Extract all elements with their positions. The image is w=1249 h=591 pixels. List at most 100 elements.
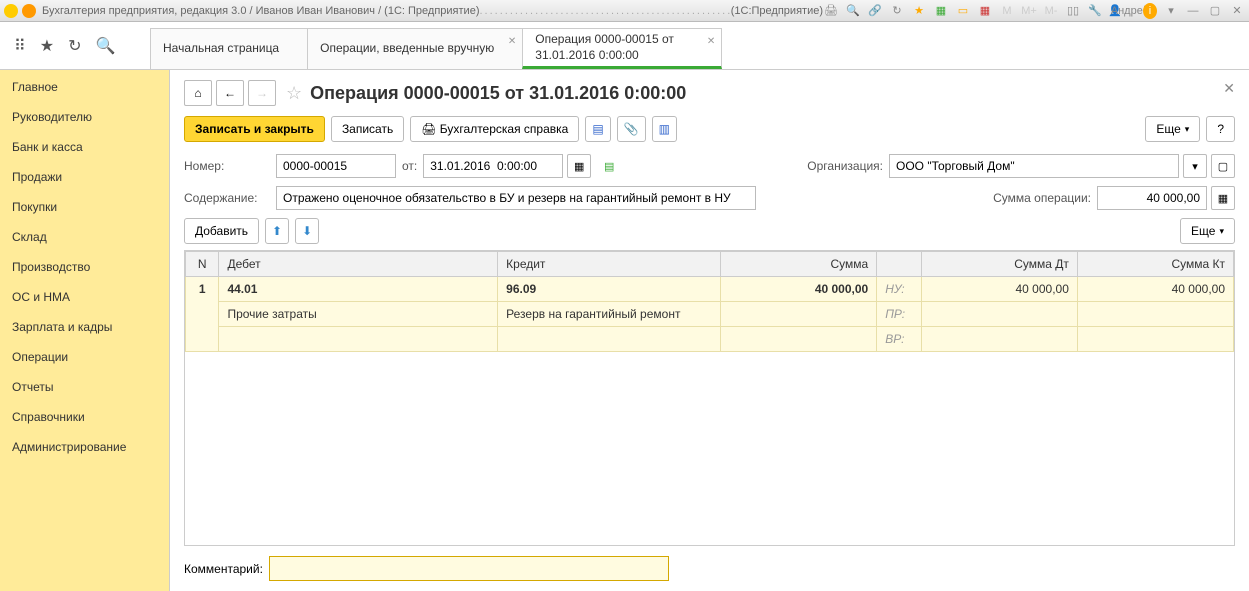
- move-down-button[interactable]: ⬇: [295, 218, 319, 244]
- cell-sum-kt[interactable]: 40 000,00: [1077, 277, 1233, 302]
- save-button[interactable]: Записать: [331, 116, 404, 142]
- sidebar-item-manager[interactable]: Руководителю: [0, 102, 169, 132]
- tab-label: Операции, введенные вручную: [320, 41, 494, 57]
- nav-icon[interactable]: ↻: [889, 3, 905, 19]
- star-icon[interactable]: ★: [911, 3, 927, 19]
- cell-debit-acc[interactable]: 44.01: [219, 277, 498, 302]
- document-title: Операция 0000-00015 от 31.01.2016 0:00:0…: [310, 83, 686, 104]
- table-row[interactable]: 1 44.01 96.09 40 000,00 НУ: 40 000,00 40…: [186, 277, 1234, 302]
- sidebar-item-reports[interactable]: Отчеты: [0, 372, 169, 402]
- apps-icon[interactable]: ⠿: [14, 36, 26, 56]
- close-button[interactable]: ✕: [1229, 3, 1245, 19]
- save-close-button[interactable]: Записать и закрыть: [184, 116, 325, 142]
- org-field[interactable]: [889, 154, 1179, 178]
- sidebar-item-admin[interactable]: Администрирование: [0, 432, 169, 462]
- maximize-button[interactable]: ▢: [1207, 3, 1223, 19]
- info-icon[interactable]: i: [1143, 3, 1157, 19]
- cell-credit-acc[interactable]: 96.09: [498, 277, 721, 302]
- cell-sum-dt[interactable]: 40 000,00: [921, 277, 1077, 302]
- dropdown-icon[interactable]: [22, 4, 36, 18]
- table-row[interactable]: Прочие затраты Резерв на гарантийный рем…: [186, 302, 1234, 327]
- org-open-button[interactable]: ▢: [1211, 154, 1235, 178]
- sum-op-field[interactable]: [1097, 186, 1207, 210]
- history-icon[interactable]: ↻: [68, 36, 81, 56]
- sum-op-label: Сумма операции:: [993, 191, 1091, 205]
- tab-operations-list[interactable]: Операции, введенные вручную ✕: [307, 28, 523, 69]
- forward-button[interactable]: →: [248, 80, 276, 106]
- more-button[interactable]: Еще: [1145, 116, 1200, 142]
- help-button[interactable]: ?: [1206, 116, 1235, 142]
- table-more-button[interactable]: Еще: [1180, 218, 1235, 244]
- number-field[interactable]: [276, 154, 396, 178]
- main-area: Главное Руководителю Банк и касса Продаж…: [0, 70, 1249, 591]
- sidebar-item-operations[interactable]: Операции: [0, 342, 169, 372]
- col-credit[interactable]: Кредит: [498, 252, 721, 277]
- attach-button[interactable]: 📎: [617, 116, 646, 142]
- cell-sum[interactable]: 40 000,00: [721, 277, 877, 302]
- print-icon[interactable]: 🖨: [823, 3, 839, 19]
- info-dropdown-icon[interactable]: ▾: [1163, 3, 1179, 19]
- print-ref-button[interactable]: 🖨 Бухгалтерская справка: [410, 116, 579, 142]
- search-toolbar-icon[interactable]: 🔍: [95, 36, 115, 56]
- back-button[interactable]: ←: [216, 80, 244, 106]
- col-n[interactable]: N: [186, 252, 219, 277]
- user-label[interactable]: 👤 Андрей: [1115, 3, 1131, 19]
- cell-debit-sub[interactable]: Прочие затраты: [219, 302, 498, 327]
- list-button[interactable]: ▥: [652, 116, 677, 142]
- tab-close-icon[interactable]: ✕: [508, 35, 516, 48]
- sidebar-item-production[interactable]: Производство: [0, 252, 169, 282]
- col-debit[interactable]: Дебет: [219, 252, 498, 277]
- grid-icon[interactable]: ▦: [933, 3, 949, 19]
- content-label: Содержание:: [184, 191, 270, 205]
- sidebar-item-catalogs[interactable]: Справочники: [0, 402, 169, 432]
- sidebar-item-assets[interactable]: ОС и НМА: [0, 282, 169, 312]
- sidebar-item-bank[interactable]: Банк и касса: [0, 132, 169, 162]
- tools-icon[interactable]: 🔧: [1087, 3, 1103, 19]
- cell-empty: [498, 327, 721, 352]
- calendar-button[interactable]: ▦: [567, 154, 591, 178]
- comment-label: Комментарий:: [184, 562, 263, 576]
- calc-button[interactable]: ▦: [1211, 186, 1235, 210]
- org-dropdown-button[interactable]: ▾: [1183, 154, 1207, 178]
- close-document-icon[interactable]: ✕: [1223, 80, 1235, 97]
- m-icon[interactable]: M: [999, 3, 1015, 19]
- calendar-icon[interactable]: ▦: [977, 3, 993, 19]
- col-sum-dt[interactable]: Сумма Дт: [921, 252, 1077, 277]
- link-icon[interactable]: 🔗: [867, 3, 883, 19]
- comment-field[interactable]: [269, 556, 669, 581]
- cell-credit-sub[interactable]: Резерв на гарантийный ремонт: [498, 302, 721, 327]
- content-field[interactable]: [276, 186, 756, 210]
- date-extra-button[interactable]: ▤: [597, 154, 621, 178]
- cell-vr-label: ВР:: [877, 327, 922, 352]
- calc-icon[interactable]: ▭: [955, 3, 971, 19]
- table-row[interactable]: ВР:: [186, 327, 1234, 352]
- cell-empty: [721, 327, 877, 352]
- tab-operation-current[interactable]: Операция 0000-00015 от 31.01.2016 0:00:0…: [522, 28, 722, 69]
- cell-n: 1: [186, 277, 219, 352]
- sidebar-item-salary[interactable]: Зарплата и кадры: [0, 312, 169, 342]
- report-button[interactable]: ▤: [585, 116, 610, 142]
- home-button[interactable]: ⌂: [184, 80, 212, 106]
- panels-icon[interactable]: ▯▯: [1065, 3, 1081, 19]
- window-title: Бухгалтерия предприятия, редакция 3.0 / …: [42, 5, 479, 17]
- search-icon[interactable]: 🔍: [845, 3, 861, 19]
- date-field[interactable]: [423, 154, 563, 178]
- add-row-button[interactable]: Добавить: [184, 218, 259, 244]
- sidebar-item-warehouse[interactable]: Склад: [0, 222, 169, 252]
- sidebar-item-sales[interactable]: Продажи: [0, 162, 169, 192]
- tab-label: Операция 0000-00015 от 31.01.2016 0:00:0…: [535, 32, 693, 63]
- col-sum[interactable]: Сумма: [721, 252, 877, 277]
- tab-start-page[interactable]: Начальная страница: [150, 28, 308, 69]
- col-sum-kt[interactable]: Сумма Кт: [1077, 252, 1233, 277]
- m-plus-icon[interactable]: M+: [1021, 3, 1037, 19]
- favorite-star-icon[interactable]: ☆: [286, 83, 302, 104]
- entries-table[interactable]: N Дебет Кредит Сумма Сумма Дт Сумма Кт 1…: [184, 250, 1235, 546]
- tab-close-icon[interactable]: ✕: [707, 35, 715, 48]
- move-up-button[interactable]: ⬆: [265, 218, 289, 244]
- window-titlebar: Бухгалтерия предприятия, редакция 3.0 / …: [0, 0, 1249, 22]
- minimize-button[interactable]: —: [1185, 3, 1201, 19]
- sidebar-item-main[interactable]: Главное: [0, 72, 169, 102]
- sidebar-item-purchases[interactable]: Покупки: [0, 192, 169, 222]
- favorites-icon[interactable]: ★: [40, 36, 54, 56]
- m-minus-icon[interactable]: M-: [1043, 3, 1059, 19]
